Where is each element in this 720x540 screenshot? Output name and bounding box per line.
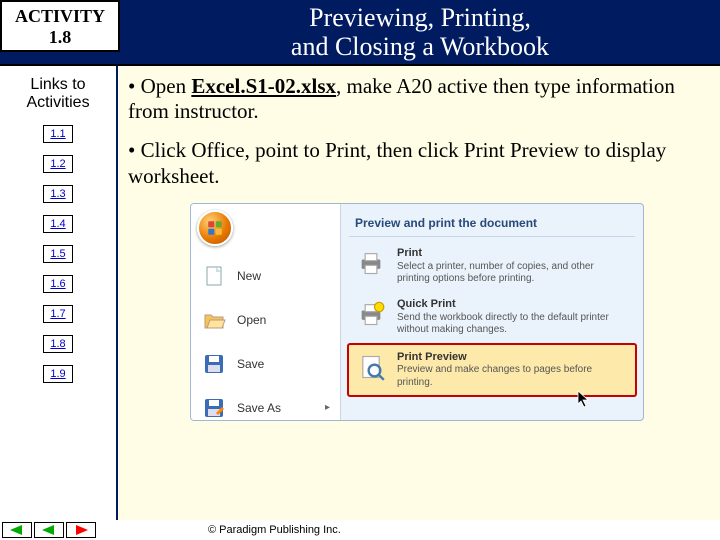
office-button[interactable]: [197, 210, 233, 246]
sidebar-link-1-2[interactable]: 1.2: [43, 155, 73, 173]
sidebar-link-1-9[interactable]: 1.9: [43, 365, 73, 383]
submenu-item-print-preview[interactable]: Print PreviewPreview and make changes to…: [347, 343, 637, 398]
sidebar-link-1-1[interactable]: 1.1: [43, 125, 73, 143]
slide-footer: © Paradigm Publishing Inc.: [0, 520, 720, 540]
saveas-icon: [201, 395, 227, 421]
menu-item-new[interactable]: New: [191, 254, 340, 298]
bullet-2: • Click Office, point to Print, then cli…: [128, 138, 706, 188]
submenu-item-print[interactable]: PrintSelect a printer, number of copies,…: [349, 241, 635, 292]
submenu-heading: Preview and print the document: [349, 214, 635, 237]
sidebar: Links to Activities 1.1 1.2 1.3 1.4 1.5 1.6 1.…: [0, 66, 118, 520]
next-slide-button[interactable]: [66, 522, 96, 538]
prev-slide-button[interactable]: [2, 522, 32, 538]
open-icon: [201, 307, 227, 333]
copyright-text: © Paradigm Publishing Inc.: [208, 524, 341, 536]
menu-item-save[interactable]: Save: [191, 342, 340, 386]
menu-item-open[interactable]: Open: [191, 298, 340, 342]
slide-title: Previewing, Printing, and Closing a Work…: [120, 0, 720, 64]
sidebar-link-1-7[interactable]: 1.7: [43, 305, 73, 323]
bullet-1: • Open Excel.S1-02.xlsx, make A20 active…: [128, 74, 706, 124]
new-icon: [201, 263, 227, 289]
sidebar-link-1-6[interactable]: 1.6: [43, 275, 73, 293]
activity-label: ACTIVITY: [2, 6, 118, 27]
submenu-item-quick-print[interactable]: Quick PrintSend the workbook directly to…: [349, 292, 635, 343]
prev-slide-button-2[interactable]: [34, 522, 64, 538]
sidebar-link-1-8[interactable]: 1.8: [43, 335, 73, 353]
activity-number: 1.8: [2, 27, 118, 48]
sidebar-link-1-5[interactable]: 1.5: [43, 245, 73, 263]
arrow-left-icon: [8, 524, 26, 536]
print-icon: [355, 247, 387, 279]
arrow-right-icon: [72, 524, 90, 536]
activity-badge: ACTIVITY 1.8: [0, 0, 120, 52]
preview-icon: [355, 351, 387, 383]
slide-header: ACTIVITY 1.8 Previewing, Printing, and C…: [0, 0, 720, 66]
sidebar-heading: Links to Activities: [0, 76, 116, 113]
cursor-icon: [577, 390, 591, 408]
arrow-left-icon: [40, 524, 58, 536]
save-icon: [201, 351, 227, 377]
menu-item-save-as[interactable]: Save As▸: [191, 386, 340, 421]
sidebar-link-1-3[interactable]: 1.3: [43, 185, 73, 203]
office-logo-icon: [206, 219, 224, 237]
content-area: • Open Excel.S1-02.xlsx, make A20 active…: [118, 66, 720, 520]
chevron-right-icon: ▸: [325, 402, 330, 414]
office-menu-screenshot: NewOpenSaveSave As▸Print▸ Preview and pr…: [190, 203, 644, 421]
quick-icon: [355, 298, 387, 330]
sidebar-link-1-4[interactable]: 1.4: [43, 215, 73, 233]
